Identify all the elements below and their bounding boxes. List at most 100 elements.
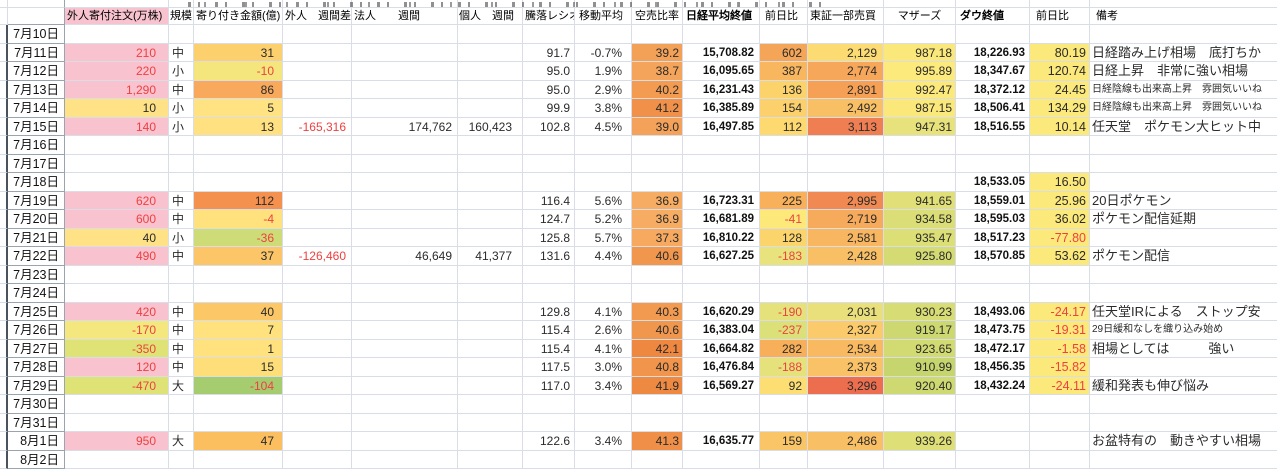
cell-tosho[interactable] — [808, 25, 884, 44]
cell-kojin[interactable] — [458, 25, 523, 44]
cell-dow[interactable] — [956, 395, 1030, 414]
cell-gaijin[interactable] — [283, 432, 352, 451]
cell-size[interactable]: 大 — [169, 432, 194, 451]
cell-size[interactable]: 中 — [169, 192, 194, 211]
cell-foreign[interactable]: 620 — [65, 192, 169, 211]
cell-mothers[interactable]: 987.15 — [884, 99, 956, 118]
date-cell[interactable]: 7月31日 — [8, 414, 65, 433]
cell-foreign[interactable] — [65, 451, 169, 469]
cell-tosho[interactable]: 2,891 — [808, 81, 884, 100]
cell-kojin[interactable] — [458, 340, 523, 359]
cell-ratio[interactable] — [523, 451, 575, 469]
cell-tosho[interactable]: 2,486 — [808, 432, 884, 451]
cell-size[interactable]: 小 — [169, 62, 194, 81]
cell-dowd[interactable] — [1030, 414, 1090, 433]
cell-foreign[interactable]: -470 — [65, 377, 169, 396]
date-cell[interactable]: 7月16日 — [8, 136, 65, 155]
cell-ma[interactable]: 3.8% — [575, 99, 632, 118]
cell-remark[interactable] — [1090, 155, 1277, 174]
cell-hojin[interactable] — [352, 229, 458, 248]
cell-open[interactable]: 1 — [194, 340, 283, 359]
cell-nikkei[interactable] — [683, 155, 760, 174]
cell-gaijin[interactable] — [283, 358, 352, 377]
cell-mothers[interactable]: 947.31 — [884, 118, 956, 137]
cell-kojin[interactable] — [458, 377, 523, 396]
cell-remark[interactable] — [1090, 284, 1277, 303]
cell-gaijin[interactable] — [283, 377, 352, 396]
cell-open[interactable] — [194, 136, 283, 155]
cell-open[interactable] — [194, 25, 283, 44]
cell-gaijin[interactable] — [283, 451, 352, 469]
cell-kojin[interactable] — [458, 136, 523, 155]
cell-remark[interactable] — [1090, 229, 1277, 248]
cell-kojin[interactable] — [458, 414, 523, 433]
cell-size[interactable] — [169, 266, 194, 285]
cell-kojin[interactable] — [458, 432, 523, 451]
cell-dow[interactable]: 18,595.03 — [956, 210, 1030, 229]
cell-dow[interactable]: 18,226.93 — [956, 44, 1030, 63]
cell-mothers[interactable]: 995.89 — [884, 62, 956, 81]
date-cell[interactable]: 7月27日 — [8, 340, 65, 359]
cell-hojin[interactable] — [352, 173, 458, 192]
cell-mothers[interactable]: 910.99 — [884, 358, 956, 377]
cell-mothers[interactable]: 992.47 — [884, 81, 956, 100]
header-dow-change[interactable]: 前日比 — [1030, 8, 1090, 25]
cell-nikkei[interactable]: 16,635.77 — [683, 432, 760, 451]
cell-open[interactable]: 5 — [194, 99, 283, 118]
cell-dowd[interactable]: 16.50 — [1030, 173, 1090, 192]
cell-size[interactable]: 小 — [169, 229, 194, 248]
cell-nikkei[interactable]: 16,095.65 — [683, 62, 760, 81]
cell-open[interactable]: -10 — [194, 62, 283, 81]
cell-dow[interactable] — [956, 25, 1030, 44]
cell-tosho[interactable]: 2,774 — [808, 62, 884, 81]
cell-kojin[interactable] — [458, 155, 523, 174]
cell-mothers[interactable] — [884, 136, 956, 155]
header-institution-weekly[interactable]: 法人 週間 — [352, 8, 458, 25]
cell-nkd[interactable]: -183 — [760, 247, 808, 266]
cell-short[interactable]: 36.9 — [632, 192, 683, 211]
cell-kojin[interactable] — [458, 266, 523, 285]
date-cell[interactable]: 7月25日 — [8, 303, 65, 322]
cell-open[interactable] — [194, 451, 283, 469]
date-cell[interactable]: 7月29日 — [8, 377, 65, 396]
cell-hojin[interactable] — [352, 266, 458, 285]
date-cell[interactable]: 7月13日 — [8, 81, 65, 100]
cell-short[interactable]: 40.6 — [632, 321, 683, 340]
cell-open[interactable] — [194, 266, 283, 285]
cell-nikkei[interactable]: 16,385.89 — [683, 99, 760, 118]
cell-ratio[interactable] — [523, 395, 575, 414]
header-advance-decline-ratio[interactable]: 騰落レシオ — [523, 8, 575, 25]
cell-foreign[interactable]: 490 — [65, 247, 169, 266]
cell-nkd[interactable]: -190 — [760, 303, 808, 322]
cell-nkd[interactable]: 387 — [760, 62, 808, 81]
cell-foreign[interactable]: 40 — [65, 229, 169, 248]
cell-ma[interactable] — [575, 173, 632, 192]
date-cell[interactable]: 7月28日 — [8, 358, 65, 377]
cell-dowd[interactable] — [1030, 25, 1090, 44]
cell-nkd[interactable]: 112 — [760, 118, 808, 137]
cell-mothers[interactable] — [884, 284, 956, 303]
cell-gaijin[interactable] — [283, 62, 352, 81]
cell-ratio[interactable]: 125.8 — [523, 229, 575, 248]
cell-gaijin[interactable] — [283, 81, 352, 100]
cell-dow[interactable]: 18,506.41 — [956, 99, 1030, 118]
cell-size[interactable]: 中 — [169, 44, 194, 63]
cell-remark[interactable]: 任天堂 ポケモン大ヒット中 — [1090, 118, 1277, 137]
cell-gaijin[interactable] — [283, 303, 352, 322]
cell-hojin[interactable] — [352, 99, 458, 118]
cell-remark[interactable]: お盆特有の 動きやすい相場 — [1090, 432, 1277, 451]
cell-ma[interactable] — [575, 25, 632, 44]
cell-size[interactable] — [169, 451, 194, 469]
cell-dow[interactable]: 18,570.85 — [956, 247, 1030, 266]
cell-foreign[interactable]: -350 — [65, 340, 169, 359]
cell-mothers[interactable] — [884, 266, 956, 285]
cell-mothers[interactable] — [884, 395, 956, 414]
cell-hojin[interactable] — [352, 321, 458, 340]
cell-open[interactable]: 15 — [194, 358, 283, 377]
cell-nkd[interactable] — [760, 414, 808, 433]
cell-ratio[interactable] — [523, 25, 575, 44]
cell-dowd[interactable]: -24.11 — [1030, 377, 1090, 396]
cell-hojin[interactable] — [352, 155, 458, 174]
cell-size[interactable] — [169, 395, 194, 414]
cell-ma[interactable]: -0.7% — [575, 44, 632, 63]
